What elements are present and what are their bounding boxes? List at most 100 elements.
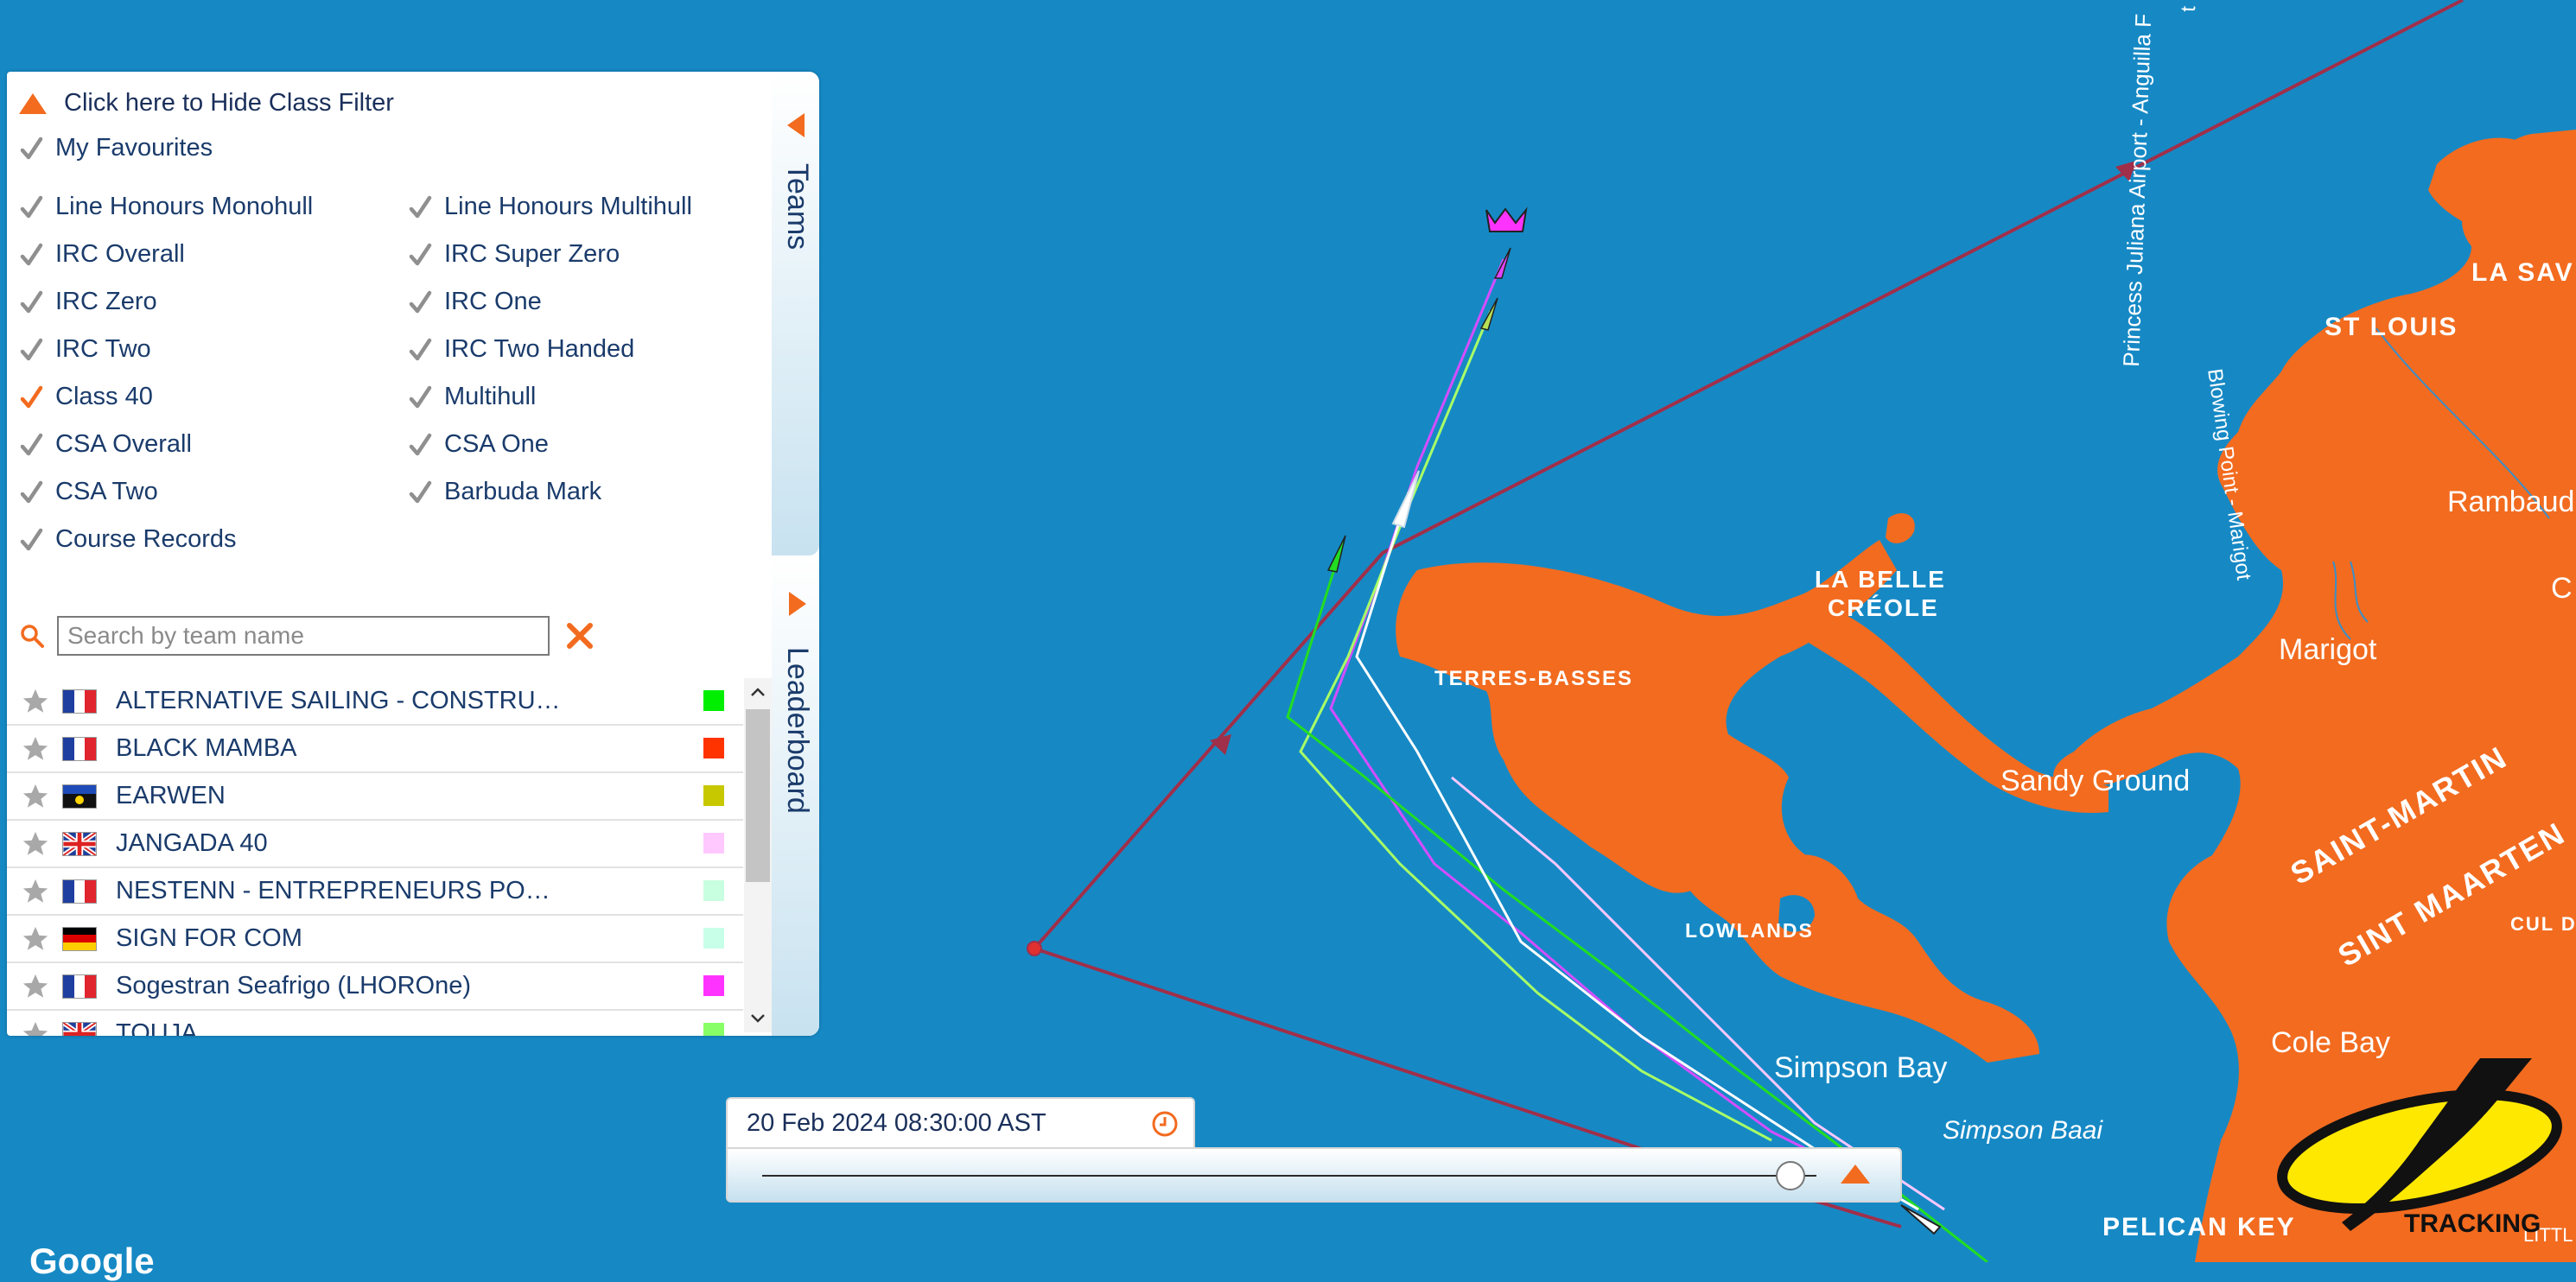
team-color-swatch bbox=[703, 880, 724, 901]
label-rambaud: Rambaud bbox=[2447, 486, 2574, 518]
class-filter-label: My Favourites bbox=[55, 134, 213, 162]
class-filter-barbuda-mark[interactable]: Barbuda Mark bbox=[408, 478, 601, 506]
class-filter-my-favourites[interactable]: My Favourites bbox=[19, 134, 213, 162]
team-name: Sogestran Seafrigo (LHOROne) bbox=[116, 972, 472, 1000]
clock-icon[interactable] bbox=[1150, 1109, 1180, 1139]
checkmark-icon bbox=[20, 480, 43, 503]
time-slider-track[interactable] bbox=[762, 1175, 1816, 1177]
team-color-swatch bbox=[703, 690, 724, 711]
checkmark-icon bbox=[20, 195, 43, 218]
label-c: C bbox=[2551, 572, 2573, 605]
star-icon[interactable] bbox=[21, 782, 50, 811]
class-filter-course-records[interactable]: Course Records bbox=[19, 525, 237, 554]
class-filter-csa-one[interactable]: CSA One bbox=[408, 430, 549, 459]
team-color-swatch bbox=[703, 975, 724, 996]
team-name: SIGN FOR COM bbox=[116, 924, 302, 952]
land-islet bbox=[1886, 513, 1915, 543]
label-pelican-key: PELICAN KEY bbox=[2102, 1213, 2296, 1241]
team-row[interactable]: Sogestran Seafrigo (LHOROne) bbox=[7, 963, 743, 1011]
team-row[interactable]: EARWEN bbox=[7, 773, 743, 821]
class-filter-label: IRC Super Zero bbox=[444, 240, 620, 268]
class-filter-irc-two-handed[interactable]: IRC Two Handed bbox=[408, 335, 634, 364]
checkmark-icon bbox=[20, 290, 43, 313]
simpson-bay-lagoon bbox=[1899, 833, 2155, 974]
class-filter-label: IRC Zero bbox=[55, 288, 157, 315]
class-filter-line-honours-monohull[interactable]: Line Honours Monohull bbox=[19, 193, 313, 221]
land-terres-basses bbox=[1396, 540, 1897, 893]
time-text: 20 Feb 2024 08:30:00 AST bbox=[747, 1108, 1046, 1137]
course-mark[interactable] bbox=[1027, 941, 1042, 956]
tab-teams[interactable]: Teams bbox=[772, 72, 819, 555]
team-panel: Click here to Hide Class Filter My Favou… bbox=[7, 72, 819, 1036]
class-filter-csa-two[interactable]: CSA Two bbox=[19, 478, 158, 506]
flag-fr-icon bbox=[62, 689, 97, 714]
class-filter-irc-super-zero[interactable]: IRC Super Zero bbox=[408, 240, 620, 269]
time-slider-handle[interactable] bbox=[1775, 1161, 1805, 1190]
team-name: ALTERNATIVE SAILING - CONSTRU… bbox=[116, 687, 561, 714]
label-sandy-ground: Sandy Ground bbox=[2000, 765, 2190, 797]
triangle-left-icon bbox=[787, 113, 805, 137]
label-simpson-baai: Simpson Baai bbox=[1943, 1116, 2103, 1145]
star-icon[interactable] bbox=[21, 877, 50, 906]
class-filter-label: Multihull bbox=[444, 383, 537, 410]
triangle-up-icon bbox=[19, 92, 47, 114]
scroll-up-button[interactable] bbox=[744, 678, 772, 706]
team-color-swatch bbox=[703, 833, 724, 854]
team-list[interactable]: ALTERNATIVE SAILING - CONSTRU… BLACK MAMB… bbox=[7, 678, 743, 1036]
star-icon[interactable] bbox=[21, 734, 50, 764]
class-filter-multihull[interactable]: Multihull bbox=[408, 383, 536, 411]
clear-search-icon[interactable] bbox=[565, 621, 595, 651]
checkmark-icon bbox=[409, 385, 432, 408]
time-slider-bar bbox=[726, 1147, 1902, 1203]
star-icon[interactable] bbox=[21, 687, 50, 716]
class-filter-irc-zero[interactable]: IRC Zero bbox=[19, 288, 157, 316]
triangle-right-icon bbox=[789, 592, 806, 616]
team-row[interactable]: TOUJA bbox=[7, 1011, 743, 1036]
flag-de-icon bbox=[62, 926, 97, 951]
flag-fr-icon bbox=[62, 879, 97, 904]
class-filter-label: CSA One bbox=[444, 430, 549, 458]
team-list-scrollbar[interactable] bbox=[744, 678, 772, 1032]
class-filter-irc-overall[interactable]: IRC Overall bbox=[19, 240, 185, 269]
star-icon[interactable] bbox=[21, 972, 50, 1001]
class-filter-irc-two[interactable]: IRC Two bbox=[19, 335, 151, 364]
class-filter-csa-overall[interactable]: CSA Overall bbox=[19, 430, 192, 459]
search-row bbox=[19, 616, 595, 656]
team-color-swatch bbox=[703, 785, 724, 806]
label-la-belle-2: CRÉOLE bbox=[1828, 594, 1939, 621]
scroll-thumb[interactable] bbox=[746, 709, 770, 882]
tab-leaderboard-label: Leaderboard bbox=[781, 647, 814, 814]
label-la-belle-1: LA BELLE bbox=[1815, 566, 1946, 593]
hide-class-filter-link[interactable]: Click here to Hide Class Filter bbox=[19, 89, 394, 117]
tab-leaderboard[interactable]: Leaderboard bbox=[772, 557, 819, 1036]
team-row[interactable]: NESTENN - ENTREPRENEURS PO… bbox=[7, 868, 743, 916]
triangle-up-icon[interactable] bbox=[1841, 1165, 1870, 1184]
class-filter-irc-one[interactable]: IRC One bbox=[408, 288, 542, 316]
team-row[interactable]: JANGADA 40 bbox=[7, 821, 743, 868]
checkmark-icon bbox=[20, 338, 43, 360]
team-row[interactable]: SIGN FOR COM bbox=[7, 916, 743, 963]
boat-earwen[interactable] bbox=[1479, 297, 1498, 331]
team-row[interactable]: BLACK MAMBA bbox=[7, 726, 743, 773]
boat-white[interactable] bbox=[1391, 470, 1420, 529]
star-icon[interactable] bbox=[21, 1019, 50, 1037]
panel-body: Click here to Hide Class Filter My Favou… bbox=[7, 72, 772, 1036]
team-row[interactable]: ALTERNATIVE SAILING - CONSTRU… bbox=[7, 678, 743, 726]
team-name: BLACK MAMBA bbox=[116, 734, 297, 762]
team-color-swatch bbox=[703, 1023, 724, 1036]
class-filter-label: CSA Two bbox=[55, 478, 158, 505]
class-filter-line-honours-multihull[interactable]: Line Honours Multihull bbox=[408, 193, 692, 221]
class-filter-label: IRC One bbox=[444, 288, 542, 315]
star-icon[interactable] bbox=[21, 829, 50, 859]
star-icon[interactable] bbox=[21, 924, 50, 954]
scroll-down-button[interactable] bbox=[744, 1005, 772, 1032]
class-filter-label: IRC Two Handed bbox=[444, 335, 635, 363]
boat-alternative[interactable] bbox=[1326, 535, 1346, 573]
search-input[interactable] bbox=[57, 616, 550, 656]
class-filter-class-40[interactable]: Class 40 bbox=[19, 383, 153, 411]
checkmark-icon bbox=[409, 195, 432, 218]
class-filter-label: IRC Overall bbox=[55, 240, 185, 268]
boat-sogestran[interactable] bbox=[1493, 247, 1511, 279]
checkmark-icon bbox=[20, 433, 43, 455]
team-name: TOUJA bbox=[116, 1019, 198, 1036]
